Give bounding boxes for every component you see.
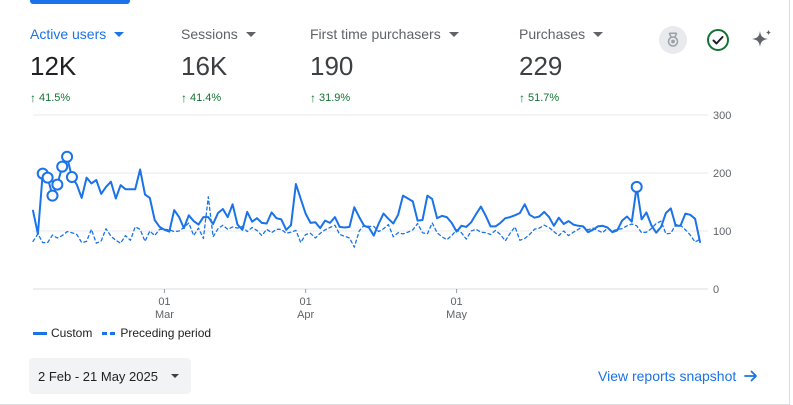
dropdown-caret-icon [171,374,179,378]
anomaly-marker [56,160,69,173]
solid-line-swatch [33,331,47,335]
chart-legend: Custom Preceding period [33,326,221,340]
metric-tab-active-users[interactable]: Active users 12K ↑ 41.5% [30,24,125,105]
x-tick-month: Mar [155,309,174,320]
metric-name: Purchases [519,26,586,42]
x-tick-day: 01 [450,296,462,308]
x-tick-month: May [446,309,467,320]
y-tick-label: 200 [713,168,731,180]
dashed-line-swatch [102,331,117,335]
dropdown-caret-icon[interactable] [593,31,604,37]
legend-label-preceding: Preceding period [120,326,212,340]
metric-label: Sessions [181,24,256,44]
metric-value: 190 [310,51,354,81]
date-range-label: 2 Feb - 21 May 2025 [38,368,158,384]
active-tab-indicator [30,0,130,4]
y-tick-label: 100 [713,226,731,238]
metric-value: 16K [181,51,228,81]
metric-name: Active users [30,26,107,42]
metric-tab-first-time-purchasers[interactable]: First time purchasers 190 ↑ 31.9% [310,24,459,105]
legend-item-preceding: Preceding period [102,326,211,340]
x-tick-day: 01 [158,296,170,308]
anomaly-marker [41,171,54,184]
dropdown-caret-icon[interactable] [114,31,125,37]
dropdown-caret-icon[interactable] [448,31,459,37]
dropdown-caret-icon[interactable] [245,31,256,37]
metric-name: First time purchasers [310,26,441,42]
insights-card: Active users 12K ↑ 41.5% Sessions 16K ↑ … [0,0,793,405]
metric-tab-purchases[interactable]: Purchases 229 ↑ 51.7% [519,24,604,105]
date-range-selector[interactable]: 2 Feb - 21 May 2025 [29,358,191,394]
anomaly-marker [46,189,59,202]
series-line-preceding-period [32,196,701,248]
active-users-chart: 300200100001Mar01Apr01May [32,110,731,320]
x-tick-month: Apr [297,309,314,320]
view-reports-snapshot-link[interactable]: View reports snapshot [598,368,758,384]
sparkle-icon[interactable] [748,26,776,54]
anomaly-marker [51,178,64,191]
metric-value: 229 [519,51,563,81]
anomaly-marker [61,150,74,163]
anomaly-marker [630,180,643,193]
metric-value: 12K [30,51,77,81]
metric-label: Purchases [519,24,604,44]
metric-name: Sessions [181,26,238,42]
metric-tab-sessions[interactable]: Sessions 16K ↑ 41.4% [181,24,256,105]
anomaly-marker [65,171,78,184]
check-circle-icon[interactable] [704,26,732,54]
snapshot-link-label: View reports snapshot [598,368,737,384]
series-line-custom [32,155,701,243]
metric-label: First time purchasers [310,24,459,44]
y-tick-label: 300 [713,110,731,122]
arrow-right-icon [744,369,758,383]
y-tick-label: 0 [713,284,719,296]
award-badge-icon[interactable] [659,26,687,54]
legend-label-custom: Custom [51,326,93,340]
x-tick-day: 01 [300,296,312,308]
metric-label: Active users [30,24,125,44]
legend-item-custom: Custom [33,326,92,340]
